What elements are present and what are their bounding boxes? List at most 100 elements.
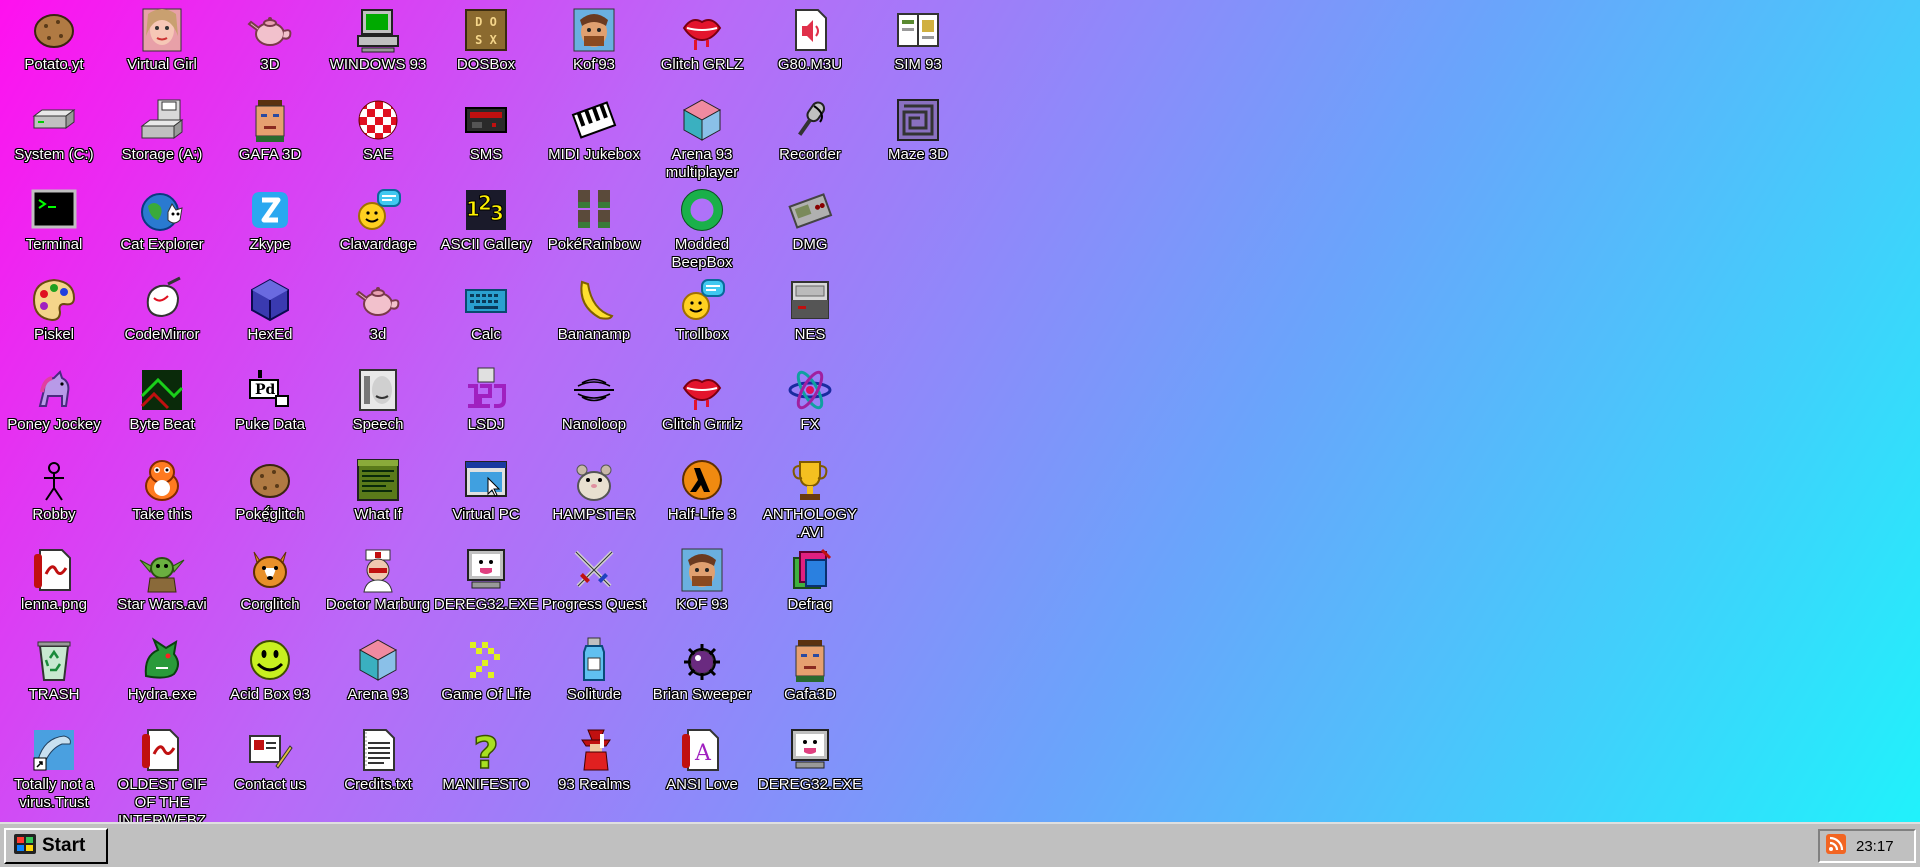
desktop-icon-glitch-grrrlz[interactable]: Glitch Grrrlz	[648, 366, 756, 434]
desktop-icon-corglitch[interactable]: Corglitch	[216, 546, 324, 614]
desktop-icon-byte-beat[interactable]: Byte Beat	[108, 366, 216, 434]
desktop-icon-label: DOSBox	[456, 56, 516, 73]
nes-console-icon	[786, 276, 834, 324]
desktop-icon-take-this[interactable]: Take this	[108, 456, 216, 524]
desktop-icon-robby[interactable]: Robby	[0, 456, 108, 524]
desktop-icon-progress-quest[interactable]: Progress Quest	[540, 546, 648, 614]
desktop-icon-recorder[interactable]: Recorder	[756, 96, 864, 164]
desktop-icon-glitch-grlz[interactable]: Glitch GRLZ	[648, 6, 756, 74]
desktop-icon-zkype[interactable]: Zkype	[216, 186, 324, 254]
desktop-icon-label: Game Of Life	[441, 686, 531, 703]
desktop-icon-anthology-avi[interactable]: ANTHOLOGY .AVI	[756, 456, 864, 542]
desktop-icon-label: Credits.txt	[344, 776, 412, 793]
desktop-icon-terminal[interactable]: Terminal	[0, 186, 108, 254]
desktop-icon-system-c[interactable]: System (C:)	[0, 96, 108, 164]
desktop-icon-label: Terminal	[25, 236, 83, 253]
desktop-icon-hydra-exe[interactable]: Hydra.exe	[108, 636, 216, 704]
desktop-icon-poney-jockey[interactable]: Poney Jockey	[0, 366, 108, 434]
desktop-icon-cat-explorer[interactable]: Cat Explorer	[108, 186, 216, 254]
desktop-icon-modded-beepbox[interactable]: Modded BeepBox	[648, 186, 756, 272]
cat-globe-icon	[138, 186, 186, 234]
desktop-icon-3d[interactable]: 3d	[324, 276, 432, 344]
desktop-icon-game-of-life[interactable]: Game Of Life	[432, 636, 540, 704]
desktop-icon-clavardage[interactable]: Clavardage	[324, 186, 432, 254]
desktop-icon-arena-93-multiplayer[interactable]: Arena 93 multiplayer	[648, 96, 756, 182]
desktop-icon-acid-box-93[interactable]: Acid Box 93	[216, 636, 324, 704]
desktop-icon-manifesto[interactable]: ? MANIFESTO	[432, 726, 540, 794]
desktop-icon-label: Speech	[352, 416, 404, 433]
start-label: Start	[42, 835, 86, 856]
desktop-icon-potato-yt[interactable]: Potato.yt	[0, 6, 108, 74]
desktop-icon-defrag[interactable]: Defrag	[756, 546, 864, 614]
desktop-icon-arena-93[interactable]: Arena 93	[324, 636, 432, 704]
desktop-icon-ascii-gallery[interactable]: 1 2 3 ASCII Gallery	[432, 186, 540, 254]
desktop-icon-codemirror[interactable]: CodeMirror	[108, 276, 216, 344]
contact-card-icon	[246, 726, 294, 774]
desktop-icon-label: Gafa3D	[784, 686, 836, 703]
desktop-icon-midi-jukebox[interactable]: MIDI Jukebox	[540, 96, 648, 164]
desktop-icon-label: ASCII Gallery	[440, 236, 532, 253]
desktop-icon-virtual-pc[interactable]: Virtual PC	[432, 456, 540, 524]
desktop-icon-gafa3d[interactable]: Gafa3D	[756, 636, 864, 704]
maze-icon	[894, 96, 942, 144]
desktop-icon-totally-not-a-virus-trust[interactable]: Totally not a virus.Trust	[0, 726, 108, 812]
rss-icon[interactable]	[1826, 833, 1846, 859]
start-button[interactable]: Start	[4, 828, 108, 864]
desktop-icon-ansi-love[interactable]: A ANSI Love	[648, 726, 756, 794]
desktop-icon-star-wars-avi[interactable]: Star Wars.avi	[108, 546, 216, 614]
desktop-icon-sae[interactable]: SAE	[324, 96, 432, 164]
desktop-icon-dereg32-exe[interactable]: DEREG32.EXE	[756, 726, 864, 794]
svg-text:3: 3	[490, 201, 504, 225]
desktop-icon-hampster[interactable]: HAMPSTER	[540, 456, 648, 524]
desktop-icon-sim-93[interactable]: SIM 93	[864, 6, 972, 74]
desktop-icon-credits-txt[interactable]: Credits.txt	[324, 726, 432, 794]
desktop-icon-g80-m3u[interactable]: G80.M3U	[756, 6, 864, 74]
desktop-icon-lsdj[interactable]: LSDJ	[432, 366, 540, 434]
desktop-icon-calc[interactable]: Calc	[432, 276, 540, 344]
desktop-icon-trollbox[interactable]: Trollbox	[648, 276, 756, 344]
desktop-icon-lenna-png[interactable]: lenna.png	[0, 546, 108, 614]
desktop-icon-speech[interactable]: Speech	[324, 366, 432, 434]
desktop-icon-93-realms[interactable]: 93 Realms	[540, 726, 648, 794]
desktop-icon-windows-93[interactable]: WINDOWS 93	[324, 6, 432, 74]
desktop-icon-oldest-gif-of-the-interwebz[interactable]: OLDEST GIF OF THE INTERWEBZ	[108, 726, 216, 822]
desktop-icon-virtual-girl[interactable]: Virtual Girl	[108, 6, 216, 74]
desktop-icon-fx[interactable]: FX	[756, 366, 864, 434]
desktop-icon-kof-93[interactable]: KOF 93	[648, 546, 756, 614]
desktop-icon-bananamp[interactable]: Bananamp	[540, 276, 648, 344]
red-mage-icon	[570, 726, 618, 774]
desktop-icon-hexed[interactable]: HexEd	[216, 276, 324, 344]
svg-text:Pd: Pd	[255, 382, 276, 398]
desktop-icon-maze-3d[interactable]: Maze 3D	[864, 96, 972, 164]
desktop-icon-half-life-3[interactable]: Half-Life 3	[648, 456, 756, 524]
desktop-icon-contact-us[interactable]: Contact us	[216, 726, 324, 794]
desktop-icon-brian-sweeper[interactable]: Brian Sweeper	[648, 636, 756, 704]
desktop-icon-kof-93[interactable]: Kof'93	[540, 6, 648, 74]
desktop-icon-nes[interactable]: NES	[756, 276, 864, 344]
desktop-icon-label: Half-Life 3	[667, 506, 737, 523]
desktop-icon-label: Glitch GRLZ	[660, 56, 744, 73]
desktop-icon-dosbox[interactable]: D O S X DOSBox	[432, 6, 540, 74]
desktop-icon-gafa-3d[interactable]: GAFA 3D	[216, 96, 324, 164]
desktop-icon-storage-a[interactable]: Storage (A:)	[108, 96, 216, 164]
virtual-girl-icon	[138, 6, 186, 54]
desktop-icon-label: G80.M3U	[777, 56, 843, 73]
desktop-icon-3d[interactable]: 3D	[216, 6, 324, 74]
desktop-icon-label: DEREG32.EXE	[433, 596, 539, 613]
desktop-icon-pok-rainbow[interactable]: PokéRainbow	[540, 186, 648, 254]
potato-icon	[246, 456, 294, 504]
desktop-icon-nanoloop[interactable]: Nanoloop	[540, 366, 648, 434]
desktop-icon-label: MIDI Jukebox	[548, 146, 640, 163]
desktop-icon-dereg32-exe[interactable]: DEREG32.EXE	[432, 546, 540, 614]
desktop-icon-trash[interactable]: TRASH	[0, 636, 108, 704]
desktop-icon-doctor-marburg[interactable]: Doctor Marburg	[324, 546, 432, 614]
desktop-icon-dmg[interactable]: DMG	[756, 186, 864, 254]
desktop-icon-what-if[interactable]: What If	[324, 456, 432, 524]
text-file-icon	[354, 726, 402, 774]
desktop-icon-puke-data[interactable]: Pd Puke Data	[216, 366, 324, 434]
desktop-icon-solitude[interactable]: Solitude	[540, 636, 648, 704]
desktop-icon-pok-glitch[interactable]: Poké̤̈́glitch	[216, 456, 324, 524]
desktop-icon-sms[interactable]: SMS	[432, 96, 540, 164]
desktop-icon-piskel[interactable]: Piskel	[0, 276, 108, 344]
desktop-icon-label: Arena 93	[347, 686, 409, 703]
